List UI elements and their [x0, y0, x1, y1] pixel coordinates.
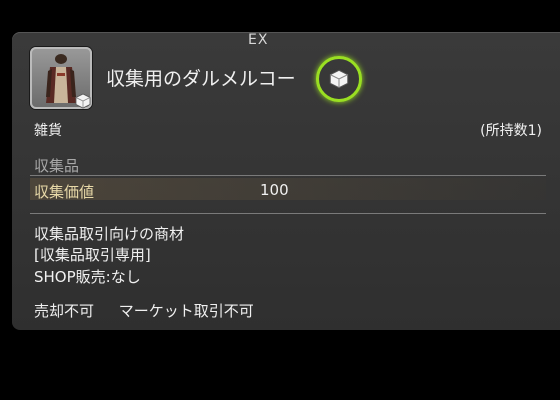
item-name: 収集用のダルメルコー [106, 68, 296, 90]
divider [30, 213, 546, 214]
coat-figure-icon [46, 54, 76, 103]
description-line: [収集品取引専用] [34, 246, 151, 264]
item-category: 雑貨 [34, 123, 62, 139]
collectable-cube-icon [75, 93, 91, 109]
stat-value: 100 [260, 181, 289, 199]
dalmel-coat-icon[interactable] [30, 47, 92, 109]
collectable-highlight-ring [316, 56, 362, 102]
collectable-cube-icon [329, 69, 349, 89]
flag-no-market: マーケット取引不可 [118, 302, 254, 320]
description-line: SHOP販売:なし [34, 268, 141, 286]
divider [30, 175, 546, 176]
section-header: 収集品 [34, 157, 80, 175]
description-line: 収集品取引向けの商材 [34, 225, 185, 243]
stat-label: 収集価値 [34, 183, 95, 201]
expansion-tag: EX [248, 32, 269, 48]
flag-unsellable: 売却不可 [34, 302, 95, 320]
owned-count: (所持数1) [480, 123, 542, 139]
flags-row: 売却不可 マーケット取引不可 [34, 300, 274, 321]
